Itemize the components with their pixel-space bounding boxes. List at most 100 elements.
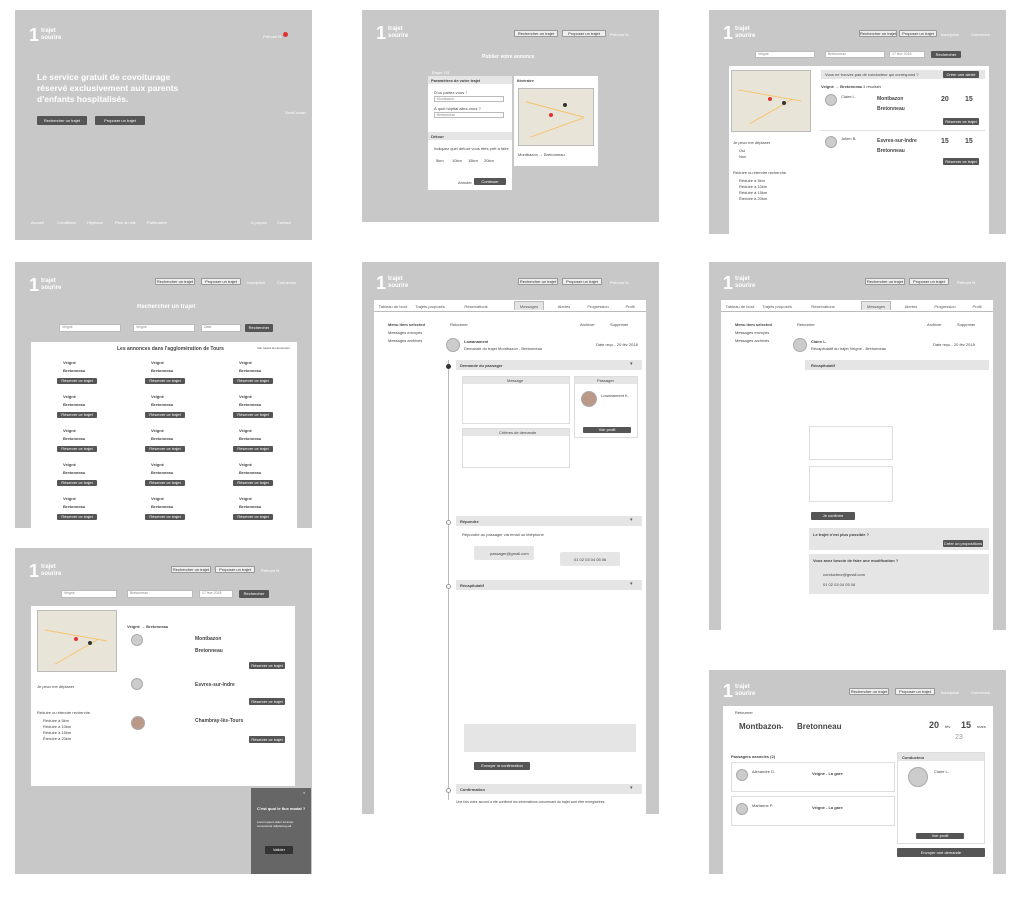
logo[interactable]: 1 trajet sourire [723,682,755,700]
signup-link[interactable]: Inscription [247,280,265,285]
chevron-down-icon[interactable]: ▾ [630,361,633,367]
chevron-down-icon[interactable]: ▾ [630,785,633,791]
footer-link[interactable]: Partenaires [147,220,167,225]
to-input[interactable]: Bretonneau [825,51,885,58]
logo[interactable]: 1 trajet sourire [376,274,408,292]
footer-link[interactable]: A propos [251,220,267,225]
listing-card[interactable]: Veigné Bretonneau Réserver ce trajet [211,494,295,524]
book-trip-button[interactable]: Réserver ce trajet [233,480,273,486]
signup-link[interactable]: Inscription [941,32,959,37]
tab-dashboard[interactable]: Tableau de bord [723,304,757,309]
book-trip-button[interactable]: Réserver ce trajet [249,662,285,669]
listing-card[interactable]: Veigné Bretonneau Réserver ce trajet [123,460,207,490]
nav-propose-button[interactable]: Proposer un trajet [562,278,602,285]
delete-button[interactable]: Supprimer [957,322,975,327]
date-input[interactable]: 17 févr 2018 [199,590,233,598]
book-trip-button[interactable]: Réserver ce trajet [249,736,285,743]
book-trip-button[interactable]: Réserver ce trajet [233,378,273,384]
logo[interactable]: 1 trajet sourire [723,274,755,292]
side-menu-item[interactable]: Messages archivés [735,338,769,343]
listing-card[interactable]: Veigné Bretonneau Réserver ce trajet [35,426,119,456]
radius-option[interactable]: Étendre à 20km [739,196,767,201]
propose-trip-button[interactable]: Proposer un trajet [95,116,145,125]
cancel-button[interactable]: Annuler [458,180,472,185]
see-all-link[interactable]: Voir toutes les annonces [257,346,290,350]
logo[interactable]: 1 trajet sourire [723,24,755,42]
listing-card[interactable]: Veigné Bretonneau Réserver ce trajet [211,426,295,456]
continue-button[interactable]: Continuer [474,178,506,185]
user-name[interactable]: Prénom N. [263,34,282,39]
logo[interactable]: 1 trajet sourire [29,562,61,580]
create-alert-button[interactable]: Créer une alerte [943,71,979,78]
listing-card[interactable]: Veigné Bretonneau Réserver ce trajet [123,358,207,388]
to-input[interactable]: Veigné [133,324,195,332]
book-trip-button[interactable]: Réserver ce trajet [233,514,273,520]
user-avatar[interactable] [283,32,288,37]
popup-validate-button[interactable]: Valider [265,846,293,854]
listing-card[interactable]: Veigné Bretonneau Réserver ce trajet [35,460,119,490]
chevron-down-icon[interactable]: ▾ [630,517,633,523]
radius-option[interactable]: Réduire à 10km [739,184,767,189]
tab-reservations[interactable]: Réservations [807,304,839,309]
nav-search-button[interactable]: Rechercher un trajet [859,30,897,37]
logo[interactable]: 1 trajet sourire [376,24,408,42]
archive-button[interactable]: Archiver [927,322,942,327]
footer-link[interactable]: Contact [277,220,291,225]
nav-search-button[interactable]: Rechercher un trajet [865,278,905,285]
book-trip-button[interactable]: Réserver ce trajet [233,446,273,452]
listing-card[interactable]: Veigné Bretonneau Réserver ce trajet [211,392,295,422]
listing-card[interactable]: Veigné Bretonneau Réserver ce trajet [35,392,119,422]
tab-progress[interactable]: Progression [584,304,612,309]
nav-search-button[interactable]: Rechercher un trajet [514,30,558,37]
book-trip-button[interactable]: Réserver ce trajet [145,446,185,452]
send-request-button[interactable]: Envoyer une demande [897,848,985,857]
nav-search-button[interactable]: Rechercher un trajet [171,566,211,573]
book-trip-button[interactable]: Réserver ce trajet [145,378,185,384]
logo[interactable]: 1 trajet sourire [29,276,61,294]
email-text[interactable]: passager@gmail.com [490,551,529,556]
back-link[interactable]: Retourner [797,322,815,327]
detour-option[interactable]: 20km [484,158,494,163]
detour-option[interactable]: 15km [468,158,478,163]
tab-proposed[interactable]: Trajets proposés [412,304,448,309]
radius-option[interactable]: Réduire à 15km [43,730,71,735]
search-button[interactable]: Rechercher [239,590,269,598]
login-link[interactable]: Connexion [277,280,296,285]
tab-alerts[interactable]: Alertes [899,304,923,309]
radius-option[interactable]: Réduire à 5km [739,178,765,183]
route-map[interactable] [518,88,594,146]
book-trip-button[interactable]: Réserver ce trajet [943,158,979,165]
from-input[interactable]: Veigné [61,590,117,598]
from-input[interactable]: Veigné [59,324,121,332]
footer-link[interactable]: Plan du site [115,220,136,225]
view-profile-button[interactable]: Voir profil [583,427,631,433]
book-trip-button[interactable]: Réserver ce trajet [57,446,97,452]
book-trip-button[interactable]: Réserver ce trajet [145,480,185,486]
listing-card[interactable]: Veigné Bretonneau Réserver ce trajet [123,392,207,422]
search-button[interactable]: Rechercher [245,324,273,332]
from-input[interactable]: Montbazon [434,96,504,102]
date-input[interactable]: Date [201,324,241,332]
send-confirmation-button[interactable]: Envoyer la confirmation [474,762,530,770]
to-input[interactable]: Bretonneau [434,112,504,118]
to-input[interactable]: Bretonneau [127,590,193,598]
nav-propose-button[interactable]: Proposer un trajet [201,278,241,285]
detour-option[interactable]: 10km [452,158,462,163]
search-button[interactable]: Rechercher [931,51,961,58]
nav-propose-button[interactable]: Proposer un trajet [215,566,255,573]
back-link[interactable]: Retourner [450,322,468,327]
listing-card[interactable]: Veigné Bretonneau Réserver ce trajet [35,358,119,388]
book-trip-button[interactable]: Réserver ce trajet [57,378,97,384]
tab-profile[interactable]: Profil [618,304,642,309]
user-name[interactable]: Prénom N. [261,568,280,573]
detour-option[interactable]: 5km [436,158,444,163]
nav-search-button[interactable]: Rechercher un trajet [518,278,558,285]
book-trip-button[interactable]: Réserver ce trajet [249,698,285,705]
tab-reservations[interactable]: Réservations [460,304,492,309]
nav-search-button[interactable]: Rechercher un trajet [849,688,889,695]
archive-button[interactable]: Archiver [580,322,595,327]
book-trip-button[interactable]: Réserver ce trajet [57,412,97,418]
user-name[interactable]: Prénom N. [957,280,976,285]
user-name[interactable]: Prénom N. [610,32,629,37]
logo[interactable]: 1 trajet sourire [29,26,61,44]
